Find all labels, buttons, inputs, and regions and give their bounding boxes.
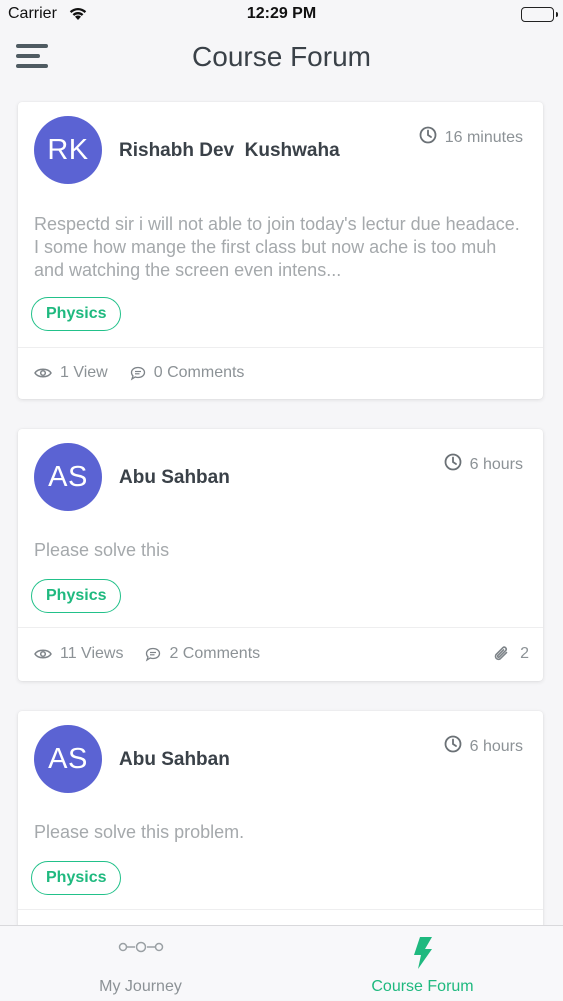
tab-my-journey[interactable]: My Journey	[0, 926, 281, 1001]
lightning-bolt-icon	[413, 937, 432, 969]
forum-post-card[interactable]: AS Abu Sahban 6 hours Please solve this …	[18, 711, 543, 925]
tab-label: Course Forum	[371, 978, 474, 995]
status-time: 12:29 PM	[246, 5, 317, 22]
author-name: Rishabh Dev Kushwaha	[119, 140, 340, 161]
author-name: Abu Sahban	[119, 749, 230, 770]
divider	[18, 347, 543, 348]
post-time-label: 16 minutes	[444, 128, 523, 146]
post-time: 6 hours	[444, 453, 523, 476]
post-body[interactable]: Please solve this	[34, 539, 527, 562]
divider	[18, 909, 543, 910]
status-bar: Carrier 12:29 PM	[0, 0, 563, 30]
post-time-label: 6 hours	[469, 455, 523, 473]
comment-icon	[130, 366, 145, 381]
avatar[interactable]: AS	[34, 725, 102, 793]
forum-post-card[interactable]: RK Rishabh Dev Kushwaha 16 minutes Respe…	[18, 102, 543, 399]
views-label: 1 View	[60, 364, 108, 381]
comments-label: 0 Comments	[153, 364, 245, 381]
tab-course-forum[interactable]: Course Forum	[282, 926, 563, 1001]
attachments-count[interactable]: 2	[492, 644, 529, 664]
comments-count[interactable]: 2 Comments	[145, 645, 260, 663]
comments-count[interactable]: 0 Comments	[130, 364, 245, 382]
subject-tag[interactable]: Physics	[31, 861, 122, 895]
views-count: 1 View	[34, 364, 108, 382]
eye-icon	[34, 649, 52, 659]
views-count: 11 Views	[34, 645, 123, 663]
forum-feed[interactable]: RK Rishabh Dev Kushwaha 16 minutes Respe…	[0, 100, 563, 925]
forum-post-card[interactable]: AS Abu Sahban 6 hours Please solve this …	[18, 429, 543, 681]
battery-icon	[521, 7, 558, 22]
journey-nodes-icon	[118, 941, 163, 953]
author-name: Abu Sahban	[119, 467, 230, 488]
divider	[18, 627, 543, 628]
subject-tag[interactable]: Physics	[31, 579, 122, 613]
avatar[interactable]: AS	[34, 443, 102, 511]
post-body[interactable]: Respectd sir i will not able to join tod…	[34, 213, 527, 282]
clock-icon	[444, 735, 462, 758]
comment-icon	[146, 647, 161, 662]
views-label: 11 Views	[60, 645, 124, 662]
post-time-label: 6 hours	[469, 737, 523, 755]
subject-tag[interactable]: Physics	[31, 297, 122, 331]
post-body[interactable]: Please solve this problem.	[34, 821, 527, 844]
post-meta: 11 Views 2 Comments	[34, 642, 527, 666]
clock-icon	[444, 453, 462, 476]
paperclip-icon	[494, 646, 508, 661]
tab-label: My Journey	[99, 978, 182, 995]
clock-icon	[419, 126, 437, 149]
attachments-label: 2	[520, 645, 529, 662]
post-meta: 1 View 0 Comments	[34, 361, 527, 385]
post-time: 16 minutes	[419, 126, 523, 149]
avatar[interactable]: RK	[34, 116, 102, 184]
eye-icon	[34, 368, 52, 378]
comments-label: 2 Comments	[169, 645, 261, 662]
page-title: Course Forum	[192, 41, 371, 72]
post-time: 6 hours	[444, 735, 523, 758]
bottom-tab-bar: My Journey Course Forum	[0, 925, 563, 1000]
app-header: Course Forum	[0, 30, 563, 88]
